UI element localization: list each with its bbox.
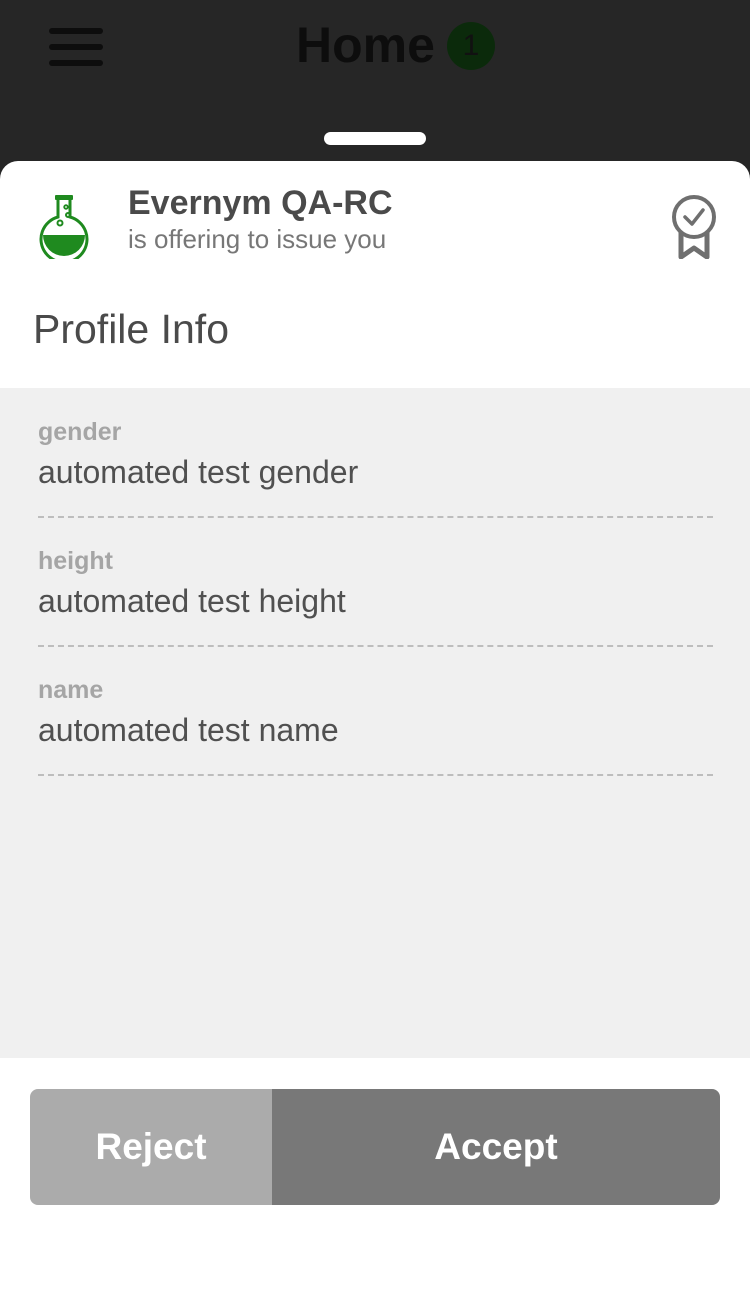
credential-title: Profile Info [33, 306, 229, 352]
credential-offer-screen: Home 1 Evernym QA-RC is offering to issu… [0, 0, 750, 1295]
offer-subtitle: is offering to issue you [128, 224, 387, 254]
issuer-header: Evernym QA-RC is offering to issue you [0, 161, 750, 281]
hamburger-menu-icon[interactable] [49, 28, 103, 66]
issuer-name: Evernym QA-RC [128, 184, 393, 222]
flask-icon [39, 195, 89, 259]
attribute-list: gender automated test gender height auto… [0, 388, 750, 1058]
attribute-label: height [38, 547, 113, 575]
attribute-label: gender [38, 418, 122, 446]
page-title: Home [296, 17, 435, 73]
credential-offer-sheet: Evernym QA-RC is offering to issue you P… [0, 161, 750, 1295]
accept-button[interactable]: Accept [272, 1089, 720, 1205]
award-ribbon-icon [672, 195, 716, 259]
dashed-divider [38, 774, 713, 776]
attribute-item: gender automated test gender [38, 388, 713, 518]
attribute-item: height automated test height [38, 517, 713, 647]
attribute-value: automated test height [38, 583, 346, 619]
notification-badge: 1 [447, 22, 495, 70]
attribute-item: name automated test name [38, 646, 713, 776]
app-header: Home 1 [0, 0, 750, 180]
reject-button[interactable]: Reject [30, 1089, 272, 1205]
attribute-value: automated test name [38, 712, 339, 748]
attribute-label: name [38, 676, 104, 704]
sheet-drag-handle[interactable] [324, 132, 426, 145]
attribute-value: automated test gender [38, 454, 359, 490]
